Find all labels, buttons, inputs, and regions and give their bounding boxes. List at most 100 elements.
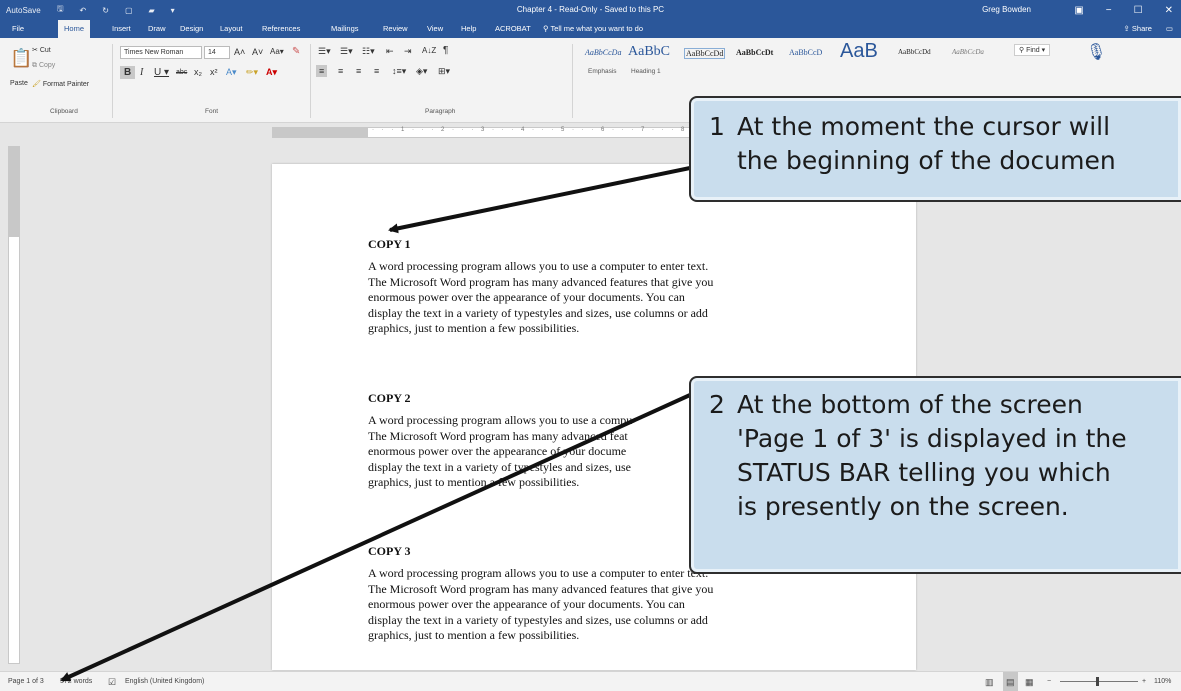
numbering-icon[interactable]: ☰▾ [340, 46, 353, 57]
callout-2-line-2: 'Page 1 of 3' is displayed in the [737, 424, 1127, 453]
font-size-box[interactable]: 14 [204, 46, 230, 59]
grow-font-icon[interactable]: A˄ [234, 47, 245, 57]
callout-1-line-1: At the moment the cursor will [737, 112, 1111, 141]
tab-references[interactable]: References [262, 20, 300, 38]
tab-review[interactable]: Review [383, 20, 408, 38]
format-painter-button[interactable]: 🖌 Format Painter [32, 80, 89, 88]
text-effects-icon[interactable]: A▾ [226, 67, 237, 78]
superscript-icon[interactable]: x² [210, 67, 218, 77]
print-layout-icon[interactable]: ▤ [1003, 672, 1018, 691]
find-button[interactable]: ⚲ Find ▾ [1014, 44, 1051, 56]
paste-icon[interactable]: 📋 [10, 48, 32, 69]
zoom-slider-thumb[interactable] [1096, 677, 1099, 686]
text-line: The Microsoft Word program has many adva… [368, 274, 714, 289]
copy-label: Copy [38, 62, 56, 69]
align-center-icon[interactable]: ≡ [338, 66, 343, 76]
tab-layout[interactable]: Layout [220, 20, 243, 38]
bold-icon[interactable]: B [120, 66, 136, 79]
line-spacing-icon[interactable]: ↕≡▾ [392, 66, 406, 77]
change-case-icon[interactable]: Aa▾ [270, 47, 284, 56]
minimize-button[interactable]: − [1106, 5, 1112, 16]
tab-mailings[interactable]: Mailings [331, 20, 359, 38]
italic-icon[interactable]: I [140, 67, 143, 78]
style-title[interactable]: AaB [840, 40, 878, 63]
underline-icon[interactable]: U ▾ [154, 67, 169, 78]
close-button[interactable]: ✕ [1165, 5, 1173, 16]
maximize-button[interactable]: ☐ [1134, 5, 1143, 16]
page-count-indicator[interactable]: Page 1 of 3 [8, 672, 44, 691]
tab-view[interactable]: View [427, 20, 443, 38]
zoom-level[interactable]: 110% [1154, 672, 1171, 691]
tab-home[interactable]: Home [58, 20, 91, 38]
tab-help[interactable]: Help [461, 20, 476, 38]
callout-1-line-2: the beginning of the documen [737, 146, 1116, 175]
language-indicator[interactable]: English (United Kingdom) [125, 672, 204, 691]
copy-button[interactable]: ⧉ Copy [32, 62, 55, 70]
copy-icon: ⧉ [32, 62, 39, 69]
align-left-icon[interactable]: ≡ [316, 65, 328, 77]
zoom-out-button[interactable]: − [1047, 672, 1051, 691]
tab-acrobat[interactable]: ACROBAT [495, 20, 531, 38]
title-bar: AutoSave 🖫 ↶ ↻ ▢ ▰ ▾ Chapter 4 - Read-On… [0, 0, 1181, 20]
highlight-icon[interactable]: ✏▾ [246, 67, 258, 78]
multilevel-list-icon[interactable]: ☷▾ [362, 46, 375, 57]
font-name-box[interactable]: Times New Roman [120, 46, 202, 59]
font-group-label: Font [205, 108, 219, 115]
show-formatting-icon[interactable]: ¶ [443, 45, 448, 56]
text-line: enormous power over the appearance of yo… [368, 597, 685, 612]
word-count-indicator[interactable]: 572 words [60, 672, 92, 691]
style-heading-1-label: Heading 1 [631, 68, 661, 75]
share-button[interactable]: ⇪ Share [1124, 20, 1152, 38]
web-layout-icon[interactable]: ▦ [1025, 672, 1034, 691]
tell-me-box[interactable]: ⚲ Tell me what you want to do [543, 20, 643, 38]
style-7[interactable]: AaBbCcDd [898, 48, 931, 56]
shrink-font-icon[interactable]: A˅ [252, 47, 263, 57]
style-heading-1[interactable]: AaBbC [628, 44, 670, 60]
comments-icon[interactable]: ▭ [1166, 20, 1173, 38]
align-right-icon[interactable]: ≡ [356, 66, 361, 76]
paintbrush-icon: 🖌 [32, 81, 43, 88]
callout-2-number: 2 [709, 390, 725, 419]
proofing-icon[interactable]: ☑ [108, 672, 116, 691]
callout-2-line-3: STATUS BAR telling you which [737, 458, 1111, 487]
decrease-indent-icon[interactable]: ⇤ [386, 46, 394, 57]
tab-file[interactable]: File [12, 20, 24, 38]
find-label: Find [1026, 47, 1040, 54]
dictate-icon[interactable]: 🎙 [1086, 42, 1106, 62]
zoom-in-button[interactable]: + [1142, 672, 1146, 691]
ribbon-right-actions: ⇪ Share ▭ [1124, 20, 1173, 38]
justify-icon[interactable]: ≡ [374, 66, 379, 76]
bullets-icon[interactable]: ☰▾ [318, 46, 331, 57]
share-label: Share [1131, 24, 1152, 33]
strikethrough-icon[interactable]: abc [176, 69, 187, 76]
font-color-icon[interactable]: A▾ [266, 67, 277, 78]
copy-1-heading: COPY 1 [368, 237, 411, 251]
style-emphasis[interactable]: AaBbCcDa [585, 48, 621, 57]
callout-2: 2 At the bottom of the screen 'Page 1 of… [689, 376, 1181, 574]
ribbon-tabs: File Home Insert Draw Design Layout Refe… [0, 20, 1181, 38]
user-name[interactable]: Greg Bowden [982, 0, 1031, 20]
tab-draw[interactable]: Draw [148, 20, 166, 38]
shading-icon[interactable]: ◈▾ [416, 66, 427, 77]
increase-indent-icon[interactable]: ⇥ [404, 46, 412, 57]
vertical-ruler[interactable] [8, 146, 20, 664]
callout-2-line-1: At the bottom of the screen [737, 390, 1083, 419]
ribbon-display-icon[interactable]: ▣ [1074, 5, 1083, 16]
style-8[interactable]: AaBbCcDa [952, 48, 984, 56]
sort-icon[interactable]: A↓Z [422, 46, 436, 55]
style-3[interactable]: AaBbCcDd [684, 48, 726, 59]
style-4[interactable]: AaBbCcDt [736, 48, 773, 57]
cut-button[interactable]: ✂ Cut [32, 46, 51, 54]
style-5[interactable]: AaBbCcD [789, 48, 822, 57]
zoom-slider[interactable] [1060, 672, 1140, 691]
tab-insert[interactable]: Insert [112, 20, 131, 38]
group-divider [310, 44, 311, 118]
read-mode-icon[interactable]: ▥ [985, 672, 994, 691]
scissors-icon: ✂ [32, 47, 40, 54]
tab-design[interactable]: Design [180, 20, 203, 38]
subscript-icon[interactable]: x₂ [194, 67, 202, 77]
paste-button[interactable]: Paste [10, 80, 28, 87]
borders-icon[interactable]: ⊞▾ [438, 66, 450, 77]
clear-formatting-icon[interactable]: ✎ [292, 46, 300, 57]
callout-2-line-4: is presently on the screen. [737, 492, 1069, 521]
